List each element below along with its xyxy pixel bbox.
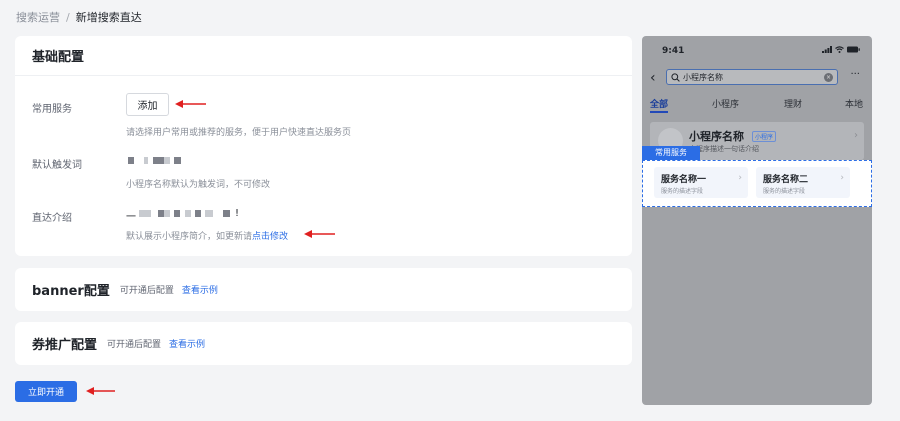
annotation-arrow: [304, 230, 335, 238]
service-item[interactable]: 服务名称一 服务的描述字段 ›: [654, 167, 748, 198]
banner-config-title: banner配置: [32, 284, 110, 299]
clear-icon[interactable]: ×: [824, 73, 833, 82]
phone-tab-all[interactable]: 全部: [650, 97, 668, 110]
service-item[interactable]: 服务名称二 服务的描述字段 ›: [756, 167, 850, 198]
default-keyword-label: 默认触发词: [32, 160, 82, 171]
service-name: 服务名称二: [763, 175, 809, 185]
coupon-config-card: 券推广配置 可开通后配置 查看示例: [15, 322, 632, 365]
wifi-icon: [835, 46, 844, 53]
active-tab-indicator: [650, 111, 668, 113]
add-service-button[interactable]: 添加: [126, 93, 169, 116]
open-now-button[interactable]: 立即开通: [15, 381, 77, 402]
miniapp-tag: 小程序: [752, 131, 777, 142]
breadcrumb-separator: /: [66, 11, 70, 24]
service-name: 服务名称一: [661, 175, 707, 185]
intro-desc: 默认展示小程序简介，如更新请点击修改: [126, 229, 288, 242]
chevron-right-icon: ›: [840, 173, 844, 183]
common-service-desc: 请选择用户常用或推荐的服务，便于用户快速直达服务页: [126, 128, 352, 138]
intro-value-prefix: 一: [126, 212, 136, 223]
breadcrumb-current: 新增搜索直达: [75, 11, 142, 24]
back-icon[interactable]: ‹: [650, 70, 656, 86]
banner-config-note: 可开通后配置: [119, 286, 174, 296]
phone-tab-finance[interactable]: 理财: [784, 97, 802, 110]
phone-tab-miniapp[interactable]: 小程序: [712, 97, 739, 110]
banner-view-example-link[interactable]: 查看示例: [182, 283, 218, 296]
intro-label: 直达介绍: [32, 213, 72, 224]
basic-config-card: 基础配置 常用服务 添加 请选择用户常用或推荐的服务，便于用户快速直达服务页 默…: [15, 36, 632, 256]
intro-desc-text: 默认展示小程序简介，如更新请: [126, 232, 253, 242]
breadcrumb: 搜索运营 / 新增搜索直达: [16, 9, 142, 25]
common-service-label: 常用服务: [32, 104, 72, 115]
basic-config-header: 基础配置: [15, 36, 632, 76]
phone-tab-local[interactable]: 本地: [845, 97, 863, 110]
coupon-config-note: 可开通后配置: [107, 340, 162, 350]
service-desc: 服务的描述字段: [763, 188, 806, 195]
more-icon[interactable]: ···: [850, 69, 860, 80]
status-icons: [822, 46, 860, 53]
signal-icon: [822, 46, 832, 53]
phone-search-box[interactable]: 小程序名称 ×: [666, 69, 838, 85]
coupon-view-example-link[interactable]: 查看示例: [169, 337, 205, 350]
coupon-config-title: 券推广配置: [32, 338, 98, 353]
miniapp-name: 小程序名称: [689, 130, 744, 143]
common-service-badge: 常用服务: [642, 146, 700, 160]
basic-config-title: 基础配置: [32, 50, 85, 65]
annotation-arrow: [175, 100, 206, 108]
chevron-right-icon: ›: [738, 173, 742, 183]
breadcrumb-parent[interactable]: 搜索运营: [16, 11, 60, 24]
phone-search-text: 小程序名称: [683, 72, 723, 82]
search-icon: [671, 72, 680, 82]
chevron-right-icon: ›: [854, 130, 858, 141]
edit-intro-link[interactable]: 点击修改: [252, 232, 288, 242]
annotation-arrow: [86, 387, 115, 395]
status-time: 9:41: [662, 46, 685, 56]
default-keyword-desc: 小程序名称默认为触发词，不可修改: [126, 180, 271, 190]
banner-config-card: banner配置 可开通后配置 查看示例: [15, 268, 632, 311]
intro-value-suffix: !: [235, 208, 240, 219]
battery-icon: [847, 46, 860, 53]
phone-preview: 9:41 ‹ 小程序名称 × ··· 全部 小程序 理财 本地 小程序名称 小程…: [642, 36, 872, 405]
service-desc: 服务的描述字段: [661, 188, 704, 195]
